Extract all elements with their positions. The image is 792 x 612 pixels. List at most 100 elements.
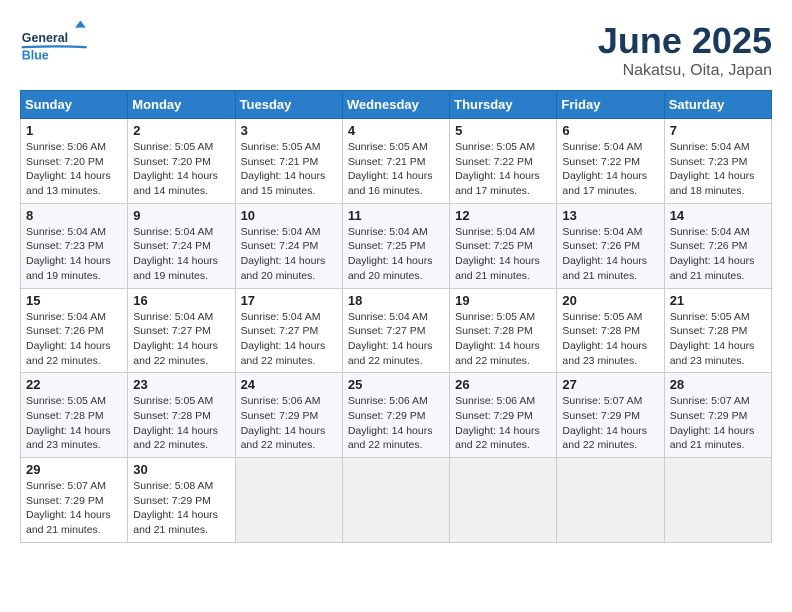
day-number: 20	[562, 293, 658, 308]
day-info: Sunrise: 5:05 AMSunset: 7:28 PMDaylight:…	[670, 310, 766, 369]
column-header-tuesday: Tuesday	[235, 91, 342, 119]
empty-cell	[342, 458, 449, 543]
day-info: Sunrise: 5:06 AMSunset: 7:29 PMDaylight:…	[241, 394, 337, 453]
day-number: 9	[133, 208, 229, 223]
day-number: 23	[133, 377, 229, 392]
day-number: 7	[670, 123, 766, 138]
day-number: 24	[241, 377, 337, 392]
day-cell-14: 14 Sunrise: 5:04 AMSunset: 7:26 PMDayligh…	[664, 203, 771, 288]
day-cell-30: 30 Sunrise: 5:08 AMSunset: 7:29 PMDayligh…	[128, 458, 235, 543]
day-cell-22: 22Sunrise: 5:05 AMSunset: 7:28 PMDayligh…	[21, 373, 128, 458]
logo-svg: General Blue	[20, 20, 100, 70]
day-cell-29: 29Sunrise: 5:07 AMSunset: 7:29 PMDayligh…	[21, 458, 128, 543]
day-number: 10	[241, 208, 337, 223]
day-cell-7: 7 Sunrise: 5:04 AMSunset: 7:23 PMDaylight…	[664, 119, 771, 204]
calendar-week-2: 8Sunrise: 5:04 AMSunset: 7:23 PMDaylight…	[21, 203, 772, 288]
empty-cell	[450, 458, 557, 543]
column-header-saturday: Saturday	[664, 91, 771, 119]
day-cell-21: 21 Sunrise: 5:05 AMSunset: 7:28 PMDayligh…	[664, 288, 771, 373]
day-number: 30	[133, 462, 229, 477]
day-cell-24: 24 Sunrise: 5:06 AMSunset: 7:29 PMDayligh…	[235, 373, 342, 458]
day-number: 25	[348, 377, 444, 392]
day-info: Sunrise: 5:04 AMSunset: 7:25 PMDaylight:…	[348, 225, 444, 284]
day-info: Sunrise: 5:04 AMSunset: 7:27 PMDaylight:…	[133, 310, 229, 369]
day-number: 22	[26, 377, 122, 392]
calendar-week-4: 22 Sunrise: 5:05 AMSunset: 7:28 PMDayligh…	[21, 373, 772, 458]
day-number: 21	[670, 293, 766, 308]
day-number: 5	[455, 123, 551, 138]
page-header: General Blue June 2025 Nakatsu, Oita, Ja…	[20, 20, 772, 80]
column-header-sunday: Sunday	[21, 91, 128, 119]
day-info: Sunrise: 5:04 AMSunset: 7:23 PMDaylight:…	[670, 140, 766, 199]
day-number: 14	[670, 208, 766, 223]
day-number: 4	[348, 123, 444, 138]
logo: General Blue	[20, 20, 100, 70]
day-info: Sunrise: 5:04 AMSunset: 7:26 PMDaylight:…	[670, 225, 766, 284]
empty-cell	[557, 458, 664, 543]
day-info: Sunrise: 5:04 AMSunset: 7:23 PMDaylight:…	[26, 225, 122, 284]
day-number: 16	[133, 293, 229, 308]
day-info: Sunrise: 5:07 AMSunset: 7:29 PMDaylight:…	[670, 394, 766, 453]
day-cell-9: 9 Sunrise: 5:04 AMSunset: 7:24 PMDaylight…	[128, 203, 235, 288]
day-number: 3	[241, 123, 337, 138]
column-header-monday: Monday	[128, 91, 235, 119]
calendar-header-row: SundayMondayTuesdayWednesdayThursdayFrid…	[21, 91, 772, 119]
day-info: Sunrise: 5:04 AMSunset: 7:25 PMDaylight:…	[455, 225, 551, 284]
day-number: 27	[562, 377, 658, 392]
day-cell-1: 1 Sunrise: 5:06 AMSunset: 7:20 PMDaylight…	[21, 119, 128, 204]
empty-cell	[664, 458, 771, 543]
day-cell-25: 25Sunrise: 5:06 AMSunset: 7:29 PMDayligh…	[342, 373, 449, 458]
day-info: Sunrise: 5:08 AMSunset: 7:29 PMDaylight:…	[133, 479, 229, 538]
day-cell-2: 2 Sunrise: 5:05 AMSunset: 7:20 PMDaylight…	[128, 119, 235, 204]
day-number: 11	[348, 208, 444, 223]
day-info: Sunrise: 5:05 AMSunset: 7:28 PMDaylight:…	[455, 310, 551, 369]
location: Nakatsu, Oita, Japan	[598, 62, 772, 80]
day-cell-3: 3 Sunrise: 5:05 AMSunset: 7:21 PMDaylight…	[235, 119, 342, 204]
day-number: 26	[455, 377, 551, 392]
svg-text:Blue: Blue	[22, 49, 49, 63]
day-cell-5: 5 Sunrise: 5:05 AMSunset: 7:22 PMDaylight…	[450, 119, 557, 204]
calendar-table: SundayMondayTuesdayWednesdayThursdayFrid…	[20, 90, 772, 543]
column-header-friday: Friday	[557, 91, 664, 119]
day-info: Sunrise: 5:05 AMSunset: 7:22 PMDaylight:…	[455, 140, 551, 199]
svg-text:General: General	[22, 31, 68, 45]
day-number: 1	[26, 123, 122, 138]
day-cell-6: 6 Sunrise: 5:04 AMSunset: 7:22 PMDaylight…	[557, 119, 664, 204]
calendar-week-5: 29Sunrise: 5:07 AMSunset: 7:29 PMDayligh…	[21, 458, 772, 543]
day-info: Sunrise: 5:04 AMSunset: 7:26 PMDaylight:…	[26, 310, 122, 369]
day-info: Sunrise: 5:06 AMSunset: 7:20 PMDaylight:…	[26, 140, 122, 199]
day-info: Sunrise: 5:05 AMSunset: 7:28 PMDaylight:…	[562, 310, 658, 369]
day-cell-17: 17 Sunrise: 5:04 AMSunset: 7:27 PMDayligh…	[235, 288, 342, 373]
empty-cell	[235, 458, 342, 543]
day-info: Sunrise: 5:04 AMSunset: 7:27 PMDaylight:…	[348, 310, 444, 369]
day-number: 15	[26, 293, 122, 308]
column-header-thursday: Thursday	[450, 91, 557, 119]
day-number: 13	[562, 208, 658, 223]
day-cell-4: 4Sunrise: 5:05 AMSunset: 7:21 PMDaylight…	[342, 119, 449, 204]
day-number: 18	[348, 293, 444, 308]
day-number: 17	[241, 293, 337, 308]
day-info: Sunrise: 5:05 AMSunset: 7:21 PMDaylight:…	[241, 140, 337, 199]
day-cell-13: 13Sunrise: 5:04 AMSunset: 7:26 PMDayligh…	[557, 203, 664, 288]
day-info: Sunrise: 5:07 AMSunset: 7:29 PMDaylight:…	[562, 394, 658, 453]
day-number: 2	[133, 123, 229, 138]
day-cell-18: 18 Sunrise: 5:04 AMSunset: 7:27 PMDayligh…	[342, 288, 449, 373]
calendar-week-3: 15 Sunrise: 5:04 AMSunset: 7:26 PMDayligh…	[21, 288, 772, 373]
day-cell-26: 26Sunrise: 5:06 AMSunset: 7:29 PMDayligh…	[450, 373, 557, 458]
day-info: Sunrise: 5:04 AMSunset: 7:24 PMDaylight:…	[133, 225, 229, 284]
day-info: Sunrise: 5:05 AMSunset: 7:20 PMDaylight:…	[133, 140, 229, 199]
day-cell-27: 27 Sunrise: 5:07 AMSunset: 7:29 PMDayligh…	[557, 373, 664, 458]
month-year: June 2025	[598, 20, 772, 62]
day-cell-23: 23 Sunrise: 5:05 AMSunset: 7:28 PMDayligh…	[128, 373, 235, 458]
day-number: 28	[670, 377, 766, 392]
day-cell-19: 19 Sunrise: 5:05 AMSunset: 7:28 PMDayligh…	[450, 288, 557, 373]
day-info: Sunrise: 5:04 AMSunset: 7:27 PMDaylight:…	[241, 310, 337, 369]
day-info: Sunrise: 5:07 AMSunset: 7:29 PMDaylight:…	[26, 479, 122, 538]
day-info: Sunrise: 5:05 AMSunset: 7:28 PMDaylight:…	[133, 394, 229, 453]
day-cell-15: 15 Sunrise: 5:04 AMSunset: 7:26 PMDayligh…	[21, 288, 128, 373]
calendar-week-1: 1 Sunrise: 5:06 AMSunset: 7:20 PMDaylight…	[21, 119, 772, 204]
day-info: Sunrise: 5:04 AMSunset: 7:22 PMDaylight:…	[562, 140, 658, 199]
day-cell-12: 12Sunrise: 5:04 AMSunset: 7:25 PMDayligh…	[450, 203, 557, 288]
day-number: 6	[562, 123, 658, 138]
day-number: 19	[455, 293, 551, 308]
